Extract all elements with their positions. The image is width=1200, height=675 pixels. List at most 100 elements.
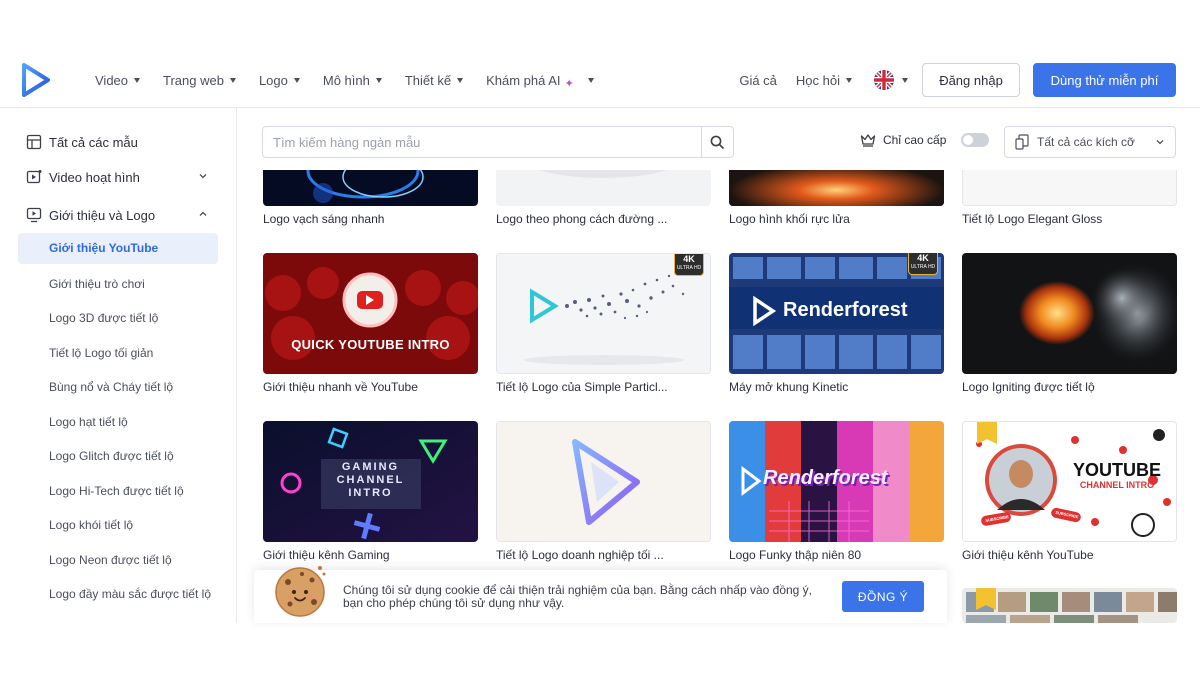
sidebar-item[interactable]: Logo khói tiết lộ (49, 516, 219, 534)
template-card[interactable] (962, 588, 1177, 623)
badge-4k-label: 4K (917, 253, 929, 263)
sidebar-item[interactable]: Logo đầy màu sắc được tiết lộ (49, 585, 219, 603)
header-actions: Giá cả Học hỏi Đăng nhập Dùng thử miễn p… (739, 52, 1176, 108)
template-title: Logo vạch sáng nhanh (263, 212, 385, 226)
sidebar-item-youtube-intro-label: Giới thiệu YouTube (49, 241, 159, 255)
sidebar-item[interactable]: Giới thiệu trò chơi (49, 275, 219, 293)
nav-design[interactable]: Thiết kế (404, 72, 464, 88)
nav-mockup[interactable]: Mô hình (323, 73, 382, 88)
template-card[interactable]: 4K ULTRA HD Renderforest Máy mở khung Kin… (729, 253, 944, 394)
free-trial-button[interactable]: Dùng thử miễn phí (1033, 63, 1176, 97)
template-thumbnail[interactable]: 4K ULTRA HD Renderforest (729, 253, 944, 374)
template-title: Tiết lộ Logo Elegant Gloss (962, 212, 1103, 226)
template-card[interactable]: Logo vạch sáng nhanh (263, 170, 478, 226)
nav-logo[interactable]: Logo (259, 73, 300, 88)
template-thumbnail[interactable]: QUICK YOUTUBE INTRO (263, 253, 478, 374)
search-button[interactable] (701, 127, 733, 157)
login-button[interactable]: Đăng nhập (922, 63, 1020, 97)
chevron-up-icon (199, 211, 207, 216)
play-logo-icon[interactable] (22, 63, 50, 97)
cookie-banner: Chúng tôi sử dụng cookie để cải thiện tr… (254, 566, 947, 623)
template-title: Máy mở khung Kinetic (729, 380, 849, 394)
sidebar-intro-logo[interactable]: Giới thiệu và Logo (26, 207, 216, 223)
nav-website[interactable]: Trang web (163, 73, 236, 88)
template-thumbnail[interactable] (496, 170, 711, 206)
chevron-down-icon (1156, 140, 1164, 145)
template-card[interactable]: Logo Igniting được tiết lộ (962, 253, 1177, 394)
sidebar-item-youtube-intro[interactable]: Giới thiệu YouTube (18, 233, 218, 264)
template-card[interactable]: GAMING CHANNEL INTRO Giới thiệu kênh Gam… (263, 421, 478, 562)
template-card[interactable]: SUBSCRIBE SUBSCRIBE YOUTUBE CHANNEL INTR… (962, 421, 1177, 562)
nav-learn[interactable]: Học hỏi (796, 73, 852, 88)
badge-ultrahd-label: ULTRA HD (676, 265, 702, 271)
sidebar-intro-logo-label: Giới thiệu và Logo (49, 207, 156, 223)
template-card[interactable]: QUICK YOUTUBE INTRO Giới thiệu nhanh về … (263, 253, 478, 394)
template-title: Logo Funky thập niên 80 (729, 548, 862, 562)
template-title: Giới thiệu nhanh về YouTube (263, 380, 418, 394)
nav-website-label: Trang web (163, 72, 224, 88)
sidebar-item[interactable]: Logo Neon được tiết lộ (49, 551, 219, 569)
template-thumbnail[interactable]: Renderforest (729, 421, 944, 542)
template-thumbnail[interactable] (729, 170, 944, 206)
caret-down-icon (229, 77, 236, 83)
template-search[interactable]: Tìm kiếm hàng ngàn mẫu (262, 126, 734, 158)
thumbnail-caption-line: GAMING (341, 461, 400, 473)
nav-video[interactable]: Video (95, 72, 141, 88)
sidebar-all-templates-label: Tất cả các mẫu (49, 134, 138, 150)
cookie-accept-button[interactable]: ĐỒNG Ý (842, 581, 924, 612)
nav-design-label: Thiết kế (404, 72, 452, 88)
language-selector[interactable] (874, 70, 908, 90)
template-title: Logo hình khối rực lửa (729, 212, 850, 226)
premium-toggle[interactable] (961, 133, 990, 147)
nav-learn-label: Học hỏi (795, 72, 840, 88)
monitor-play-icon (26, 207, 42, 223)
size-select-value: Tất cả các kích cỡ (1037, 135, 1135, 149)
template-thumbnail[interactable]: GAMING CHANNEL INTRO (263, 421, 478, 542)
template-card[interactable]: Logo theo phong cách đường ... (496, 170, 711, 226)
template-thumbnail[interactable] (962, 588, 1177, 623)
sidebar-item[interactable]: Logo hạt tiết lộ (49, 413, 219, 431)
template-card[interactable]: Logo hình khối rực lửa (729, 170, 944, 226)
template-card[interactable]: Tiết lộ Logo doanh nghiệp tối ... (496, 421, 711, 562)
nav-explore-ai[interactable]: Khám phá AI ✦ (486, 71, 594, 90)
template-thumbnail[interactable]: 4K ULTRA HD (496, 253, 711, 374)
sidebar-item[interactable]: Bùng nổ và Cháy tiết lộ (49, 378, 219, 396)
sidebar-all-templates[interactable]: Tất cả các mẫu (26, 134, 138, 150)
template-card[interactable]: Renderforest Logo Funky thập niên 80 (729, 421, 944, 562)
uk-flag-icon (874, 70, 894, 90)
sidebar-animated-video[interactable]: Video hoạt hình (26, 169, 216, 185)
sidebar-item[interactable]: Logo 3D được tiết lộ (49, 309, 219, 327)
sidebar-item[interactable]: Logo Glitch được tiết lộ (49, 447, 219, 465)
template-card[interactable]: Tiết lộ Logo Elegant Gloss (962, 170, 1177, 226)
template-title: Tiết lộ Logo của Simple Particl... (496, 380, 668, 394)
search-icon (710, 135, 725, 149)
4k-badge: 4K ULTRA HD (908, 253, 938, 275)
template-title: Tiết lộ Logo doanh nghiệp tối ... (496, 548, 664, 562)
sidebar-item[interactable]: Tiết lộ Logo tối giản (49, 344, 219, 362)
template-thumbnail[interactable] (263, 170, 478, 206)
premium-filter: Chỉ cao cấp (860, 133, 990, 147)
search-input[interactable]: Tìm kiếm hàng ngàn mẫu (273, 135, 420, 150)
sidebar-item[interactable]: Logo Hi-Tech được tiết lộ (49, 482, 219, 500)
thumbnail-caption: GAMING CHANNEL INTRO (263, 461, 478, 500)
crown-icon (860, 134, 876, 147)
template-card[interactable]: 4K ULTRA HD Tiết lộ Logo của Simple Parti… (496, 253, 711, 394)
nav-pricing-label: Giá cả (739, 72, 777, 88)
thumbnail-caption-line: CHANNEL (336, 474, 405, 486)
nav-pricing[interactable]: Giá cả (739, 73, 777, 88)
thumbnail-caption-line: CHANNEL INTRO (1079, 480, 1155, 490)
template-grid: Logo vạch sáng nhanh Logo theo phong các… (238, 170, 1200, 623)
size-select[interactable]: Tất cả các kích cỡ (1004, 126, 1176, 158)
caret-down-icon (134, 77, 141, 83)
template-thumbnail[interactable] (496, 421, 711, 542)
template-thumbnail[interactable] (962, 170, 1177, 206)
nav-video-label: Video (95, 72, 129, 88)
cookie-icon (275, 566, 326, 617)
thumbnail-caption: Renderforest (783, 299, 908, 321)
category-sidebar: Tất cả các mẫu Video hoạt hình Giới thiệ… (0, 108, 237, 623)
premium-only-label: Chỉ cao cấp (883, 133, 947, 147)
template-thumbnail[interactable] (962, 253, 1177, 374)
top-header: Video Trang web Logo Mô hình Thiết kế Kh… (0, 52, 1200, 108)
template-title: Logo theo phong cách đường ... (496, 212, 668, 226)
template-thumbnail[interactable]: SUBSCRIBE SUBSCRIBE YOUTUBE CHANNEL INTR… (962, 421, 1177, 542)
